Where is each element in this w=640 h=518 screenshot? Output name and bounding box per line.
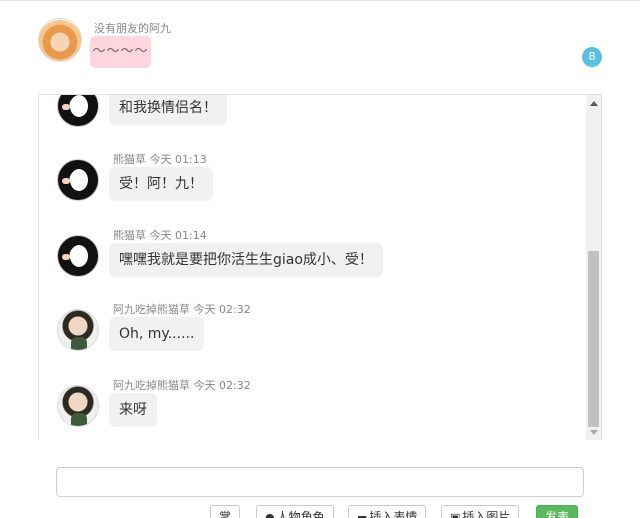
unread-badge[interactable]: 8 [582,47,602,67]
chat-scrollbar[interactable] [586,95,601,440]
character-label: 人物角色 [276,510,325,518]
message-input[interactable] [56,467,584,497]
person-icon: ● [265,511,275,518]
chat-message: 阿九吃掉熊猫草 今天 02:32 Oh, my...... [57,303,577,357]
message-meta: 熊猫草 今天 01:14 [113,229,207,242]
avatar[interactable] [57,95,99,127]
chat-message: 熊猫草 今天 01:13 受！阿！九！ [57,153,577,207]
send-button[interactable]: 发表 [536,505,579,518]
pinned-author: 没有朋友的阿九 [94,22,171,35]
message-meta: 阿九吃掉熊猫草 今天 02:32 [113,379,251,392]
chat-message: 和我换情侣名！ [57,95,577,133]
chat-message: 阿九吃掉熊猫草 今天 02:32 来呀 [57,379,577,433]
image-button[interactable]: ▣ 插入图片 [441,505,520,518]
chat-page: 没有朋友的阿九 ～～～～ 8 和我换情侣名！ 熊猫草 今天 01:13 受！阿！… [0,0,640,518]
emoji-label: 插入表情 [369,510,418,518]
avatar[interactable] [57,309,99,351]
message-bubble: 受！阿！九！ [109,167,213,201]
gamepad-icon: ▬ [357,511,368,518]
avatar[interactable] [57,235,99,277]
dice-button[interactable]: 掌 [210,505,241,518]
dice-label: 掌 [219,510,232,518]
emoji-button[interactable]: ▬ 插入表情 [348,505,427,518]
scroll-thumb[interactable] [588,251,599,427]
scroll-down-arrow-icon[interactable] [590,430,598,435]
image-icon: ▣ [450,511,461,518]
message-bubble: Oh, my...... [109,317,205,351]
message-meta: 阿九吃掉熊猫草 今天 02:32 [113,303,251,316]
avatar[interactable] [57,159,99,201]
message-bubble: 来呀 [109,393,157,427]
scroll-up-arrow-icon[interactable] [590,101,598,106]
avatar[interactable] [38,18,82,62]
image-label: 插入图片 [462,510,511,518]
avatar[interactable] [57,385,99,427]
message-bubble: 和我换情侣名！ [109,95,227,125]
character-button[interactable]: ● 人物角色 [256,505,334,518]
pinned-bubble: ～～～～ [90,36,151,68]
send-label: 发表 [545,510,570,518]
top-divider [0,0,640,1]
pinned-message: 没有朋友的阿九 ～～～～ 8 [38,18,602,68]
message-meta: 熊猫草 今天 01:13 [113,153,207,166]
message-bubble: 嘿嘿我就是要把你活生生giao成小、受！ [109,243,383,277]
chat-panel[interactable]: 和我换情侣名！ 熊猫草 今天 01:13 受！阿！九！ 熊猫草 今天 01:14… [38,94,602,440]
chat-message: 熊猫草 今天 01:14 嘿嘿我就是要把你活生生giao成小、受！ [57,229,577,283]
